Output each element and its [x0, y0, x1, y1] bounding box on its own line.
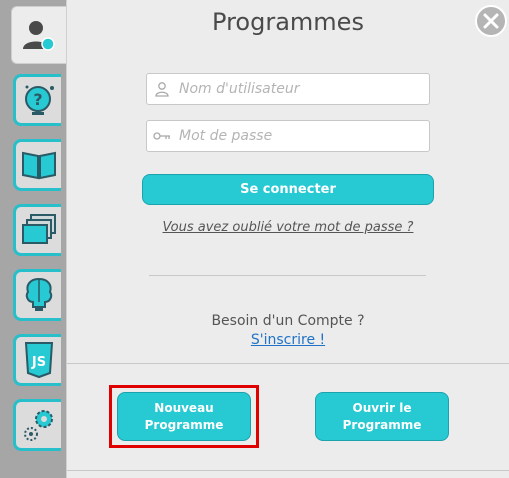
tab-ai[interactable]	[13, 269, 61, 321]
username-input[interactable]	[177, 80, 429, 98]
user-outline-icon	[147, 81, 177, 97]
user-icon	[23, 21, 55, 51]
divider	[149, 275, 426, 276]
settings-icon	[23, 410, 53, 441]
page-title: Programmes	[212, 8, 364, 36]
windows-icon	[21, 214, 56, 244]
signup-link[interactable]: S'inscrire !	[67, 332, 509, 348]
password-field[interactable]	[146, 120, 430, 152]
brain-icon	[25, 277, 52, 311]
tab-javascript[interactable]: JS	[13, 334, 61, 386]
programmes-panel: Programmes Se connecter Vous avez oub	[66, 0, 509, 478]
close-icon	[483, 13, 499, 29]
close-button[interactable]	[475, 5, 507, 37]
js-icon: JS	[24, 342, 53, 379]
tab-documentation[interactable]	[13, 139, 61, 191]
tab-account[interactable]	[11, 6, 66, 64]
svg-text:JS: JS	[30, 355, 45, 370]
help-icon: ?	[24, 85, 54, 115]
username-field[interactable]	[146, 73, 430, 105]
book-icon	[21, 151, 56, 180]
highlight-box	[109, 385, 259, 448]
password-input[interactable]	[177, 127, 429, 145]
forgot-password-link[interactable]: Vous avez oublié votre mot de passe ?	[67, 220, 509, 235]
key-icon	[147, 130, 177, 142]
tab-windows[interactable]	[13, 204, 61, 256]
svg-text:?: ?	[33, 90, 42, 109]
open-program-button[interactable]: Ouvrir le Programme	[315, 392, 449, 441]
login-button[interactable]: Se connecter	[142, 174, 434, 205]
tab-help[interactable]: ?	[13, 74, 61, 126]
tab-settings[interactable]	[13, 399, 61, 451]
sidebar: ? JS	[0, 0, 66, 478]
signup-prompt: Besoin d'un Compte ?	[211, 313, 365, 329]
